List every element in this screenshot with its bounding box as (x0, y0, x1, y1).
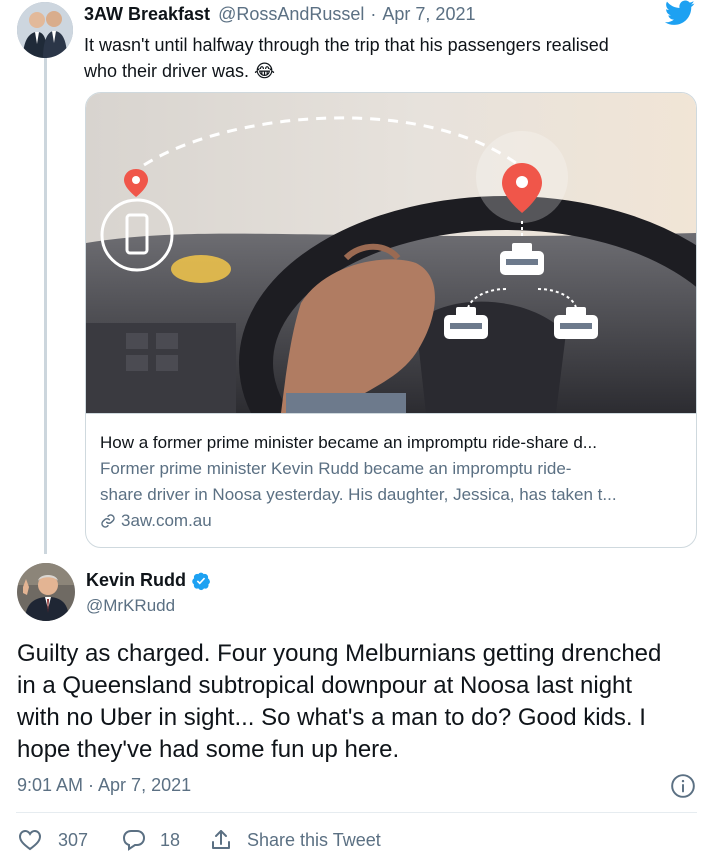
verified-badge-icon (191, 571, 211, 591)
reply-count: 18 (160, 829, 181, 850)
link-icon (100, 513, 116, 529)
tweet-text: It wasn't until halfway through the trip… (84, 32, 609, 84)
info-icon[interactable] (670, 773, 696, 799)
share-label: Share this Tweet (247, 829, 381, 850)
card-domain-text: 3aw.com.au (121, 511, 212, 530)
author-handle[interactable]: @RossAndRussel (218, 4, 364, 25)
actions-divider (16, 812, 697, 813)
like-button[interactable]: 307 (18, 828, 88, 852)
tweet-header: 3AW Breakfast @RossAndRussel · Apr 7, 20… (84, 4, 475, 28)
avatar-kevin-rudd[interactable] (17, 563, 75, 621)
thread-connector-line (44, 58, 47, 554)
link-preview-card[interactable]: How a former prime minister became an im… (85, 92, 697, 548)
main-tweet-text-line: Guilty as charged. Four young Melburnian… (17, 640, 662, 667)
author-name[interactable]: 3AW Breakfast (84, 4, 210, 25)
main-tweet-text-line: with no Uber in sight... So what's a man… (17, 704, 646, 731)
header-separator: · (370, 4, 377, 24)
avatar-3aw-breakfast[interactable] (17, 2, 73, 58)
reply-button[interactable]: 18 (122, 828, 180, 852)
main-author-name[interactable]: Kevin Rudd (86, 570, 186, 591)
tweet-timestamp[interactable]: 9:01 AM · Apr 7, 2021 (17, 775, 191, 796)
like-count: 307 (58, 829, 89, 850)
heart-icon (18, 829, 42, 851)
main-author-name-row: Kevin Rudd (86, 570, 211, 591)
card-title: How a former prime minister became an im… (100, 433, 597, 452)
card-description-line: Former prime minister Kevin Rudd became … (100, 459, 572, 478)
card-domain: 3aw.com.au (100, 511, 212, 531)
share-tweet-button[interactable]: Share this Tweet (209, 828, 381, 852)
share-icon (212, 830, 230, 849)
twitter-bird-icon[interactable] (664, 0, 695, 26)
main-author-handle[interactable]: @MrKRudd (86, 596, 175, 616)
main-tweet-text-line: in a Queensland subtropical downpour at … (17, 672, 633, 699)
reply-bubble-icon (122, 830, 146, 851)
tweet-text-line: It wasn't until halfway through the trip… (84, 35, 609, 55)
card-image (86, 93, 696, 530)
main-tweet-text: Guilty as charged. Four young Melburnian… (17, 638, 661, 766)
main-tweet-text-line: hope they've had some fun up here. (17, 736, 400, 763)
tweet-text-line: who their driver was. 😂 (84, 61, 276, 81)
tweet-date[interactable]: Apr 7, 2021 (382, 4, 475, 25)
card-divider (86, 413, 696, 414)
card-description-line: share driver in Noosa yesterday. His dau… (100, 485, 617, 504)
